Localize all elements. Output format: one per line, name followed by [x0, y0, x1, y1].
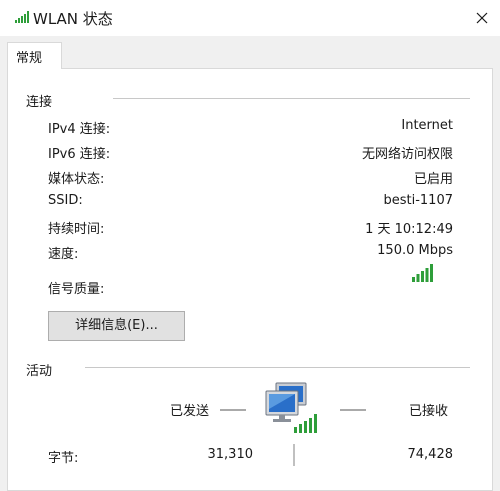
- signal-quality-icon: [412, 264, 433, 282]
- activity-divider: [85, 367, 470, 368]
- close-icon: [476, 12, 487, 24]
- ipv4-value: Internet: [401, 118, 453, 133]
- signal-bars-icon: [15, 11, 29, 23]
- media-state-value: 已启用: [413, 172, 453, 187]
- duration-label: 持续时间:: [48, 222, 105, 237]
- activity-heading: 活动: [26, 364, 53, 379]
- speed-value: 150.0 Mbps: [377, 243, 453, 258]
- window-title: WLAN 状态: [33, 10, 113, 28]
- duration-value: 1 天 10:12:49: [365, 222, 453, 237]
- close-button[interactable]: [463, 0, 500, 36]
- connection-divider: [113, 98, 470, 99]
- received-label: 已接收: [409, 404, 449, 419]
- speed-label: 速度:: [48, 247, 79, 262]
- ipv6-value: 无网络访问权限: [361, 147, 453, 162]
- bytes-label: 字节:: [48, 451, 79, 466]
- network-computers-icon: [265, 382, 317, 433]
- bytes-received-value: 74,428: [407, 447, 454, 462]
- sent-dash: [220, 409, 246, 411]
- ssid-label: SSID:: [48, 193, 83, 208]
- title-bar: WLAN 状态: [0, 0, 500, 36]
- ipv6-label: IPv6 连接:: [48, 147, 111, 162]
- sent-label: 已发送: [170, 404, 210, 419]
- signal-quality-label: 信号质量:: [48, 282, 105, 297]
- tab-general[interactable]: 常规: [7, 42, 62, 69]
- ssid-value: besti-1107: [383, 193, 453, 208]
- bytes-separator: [293, 444, 295, 466]
- ipv4-label: IPv4 连接:: [48, 122, 111, 137]
- bytes-sent-value: 31,310: [207, 447, 254, 462]
- received-dash: [340, 409, 366, 411]
- connection-heading: 连接: [26, 95, 53, 110]
- details-button[interactable]: 详细信息(E)...: [48, 311, 185, 341]
- media-state-label: 媒体状态:: [48, 172, 105, 187]
